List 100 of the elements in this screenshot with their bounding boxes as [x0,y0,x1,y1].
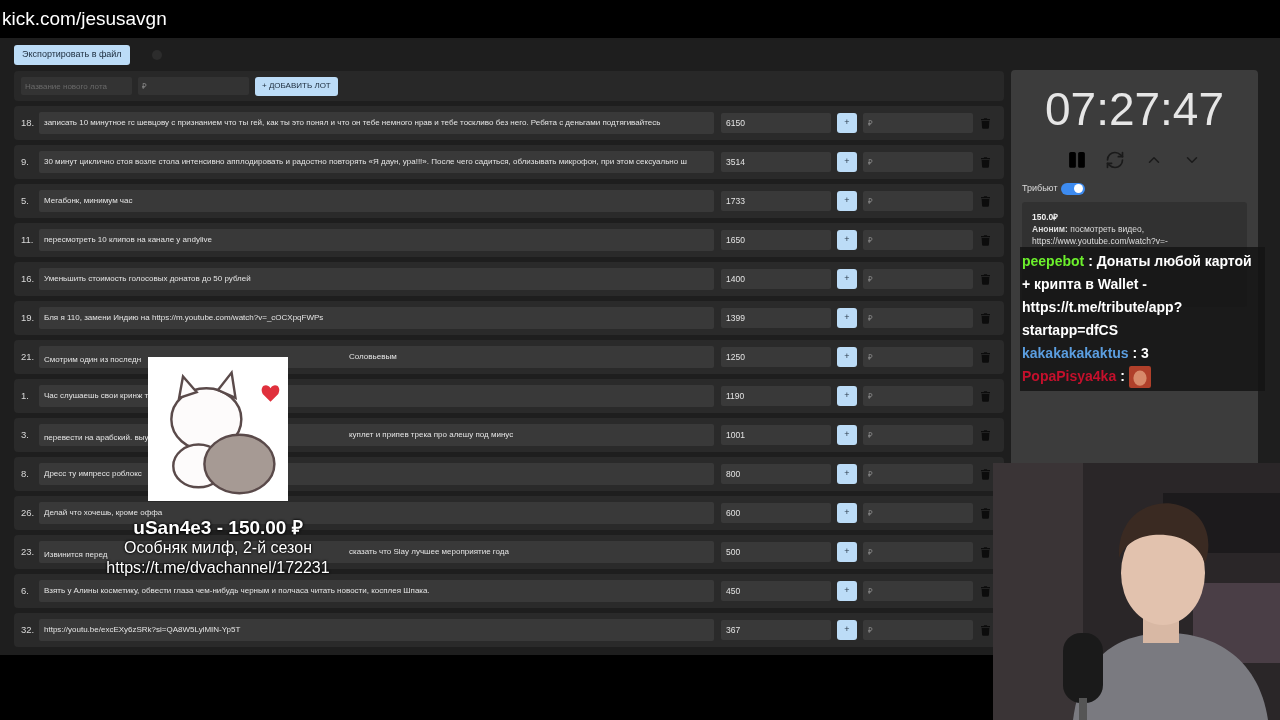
amount-text: 6150 [726,116,745,130]
amount-field[interactable]: 500 [721,542,831,562]
add-amount-button[interactable]: + [837,425,857,445]
delete-icon[interactable] [981,585,990,597]
export-button[interactable]: Экспортировать в файл [14,45,130,65]
delete-icon[interactable] [981,468,990,480]
lot-name-text: Делай что хочешь, кроме оффа [44,507,163,519]
lot-name-text: Бля я 110, замени Индию на https://m.youtube.com/watch?v=_cOCXpqFWPs [44,312,324,324]
amount-text: 1190 [726,389,745,403]
chat-separator: : [1120,367,1125,386]
amount-text: 450 [726,584,741,598]
price-field[interactable]: ₽ [863,386,973,406]
tribute-toggle[interactable] [1060,182,1085,195]
delete-icon[interactable] [981,507,990,519]
add-amount-button[interactable]: + [837,386,857,406]
add-amount-button[interactable]: + [837,308,857,328]
tribute-label: Трибьют [1022,182,1058,195]
price-field[interactable]: ₽ [863,347,973,367]
amount-field[interactable]: 1190 [721,386,831,406]
price-field[interactable]: ₽ [863,269,973,289]
lot-number: 5. [21,193,30,208]
delete-icon[interactable] [981,273,990,285]
delete-icon[interactable] [981,546,990,558]
lot-name-text: Взять у Алины косметику, обвести глаза чем-нибудь черным и полчаса читать новости, косплея Шпака. [44,585,430,597]
price-field[interactable]: ₽ [138,77,249,95]
lot-name-field[interactable]: 30 минут циклично стоя возле стола интенсивно апплодировать и радостно повторять «Я даун, ура!!!». После чего садиться, облизывать микрофон, при этом сексуально ш [39,151,714,173]
add-amount-button[interactable]: + [837,269,857,289]
lot-number: 6. [21,583,30,598]
amount-field[interactable]: 3514 [721,152,831,172]
delete-icon[interactable] [981,429,990,441]
lot-number: 16. [21,271,36,286]
delete-icon[interactable] [981,390,990,402]
lot-name-text: Соловьевым [349,351,397,363]
amount-text: 1650 [726,233,745,247]
amount-text: 1399 [726,311,745,325]
add-amount-button[interactable]: + [837,503,857,523]
price-field[interactable]: ₽ [863,191,973,211]
amount-field[interactable]: 1650 [721,230,831,250]
lot-number: 19. [21,310,36,325]
amount-field[interactable]: 450 [721,581,831,601]
lot-name-field[interactable]: пересмотреть 10 клипов на канале у andylive [39,229,714,251]
amount-field[interactable]: 800 [721,464,831,484]
amount-text: 3514 [726,155,745,169]
lot-name-field[interactable]: Смотрим один из последн Соловьевым [39,346,714,368]
price-field[interactable]: ₽ [863,308,973,328]
price-field[interactable]: ₽ [863,464,973,484]
add-amount-button[interactable]: + [837,581,857,601]
amount-field[interactable]: 6150 [721,113,831,133]
lot-name-field[interactable]: Взять у Алины косметику, обвести глаза чем-нибудь черным и полчаса читать новости, косплея Шпака. [39,580,714,602]
delete-icon[interactable] [981,234,990,246]
amount-field[interactable]: 367 [721,620,831,640]
price-field[interactable]: ₽ [863,152,973,172]
amount-field[interactable]: 1733 [721,191,831,211]
lot-name-text: Смотрим один из последн [44,355,142,364]
alert-message: Особняк милф, 2-й сезон [124,538,312,558]
price-field[interactable]: ₽ [863,620,973,640]
price-field[interactable]: ₽ [863,425,973,445]
lot-number: 8. [21,466,30,481]
price-field[interactable]: ₽ [863,542,973,562]
add-amount-button[interactable]: + [837,620,857,640]
lot-number: 26. [21,505,36,520]
lot-name-text: куплет и припев трека про алешу под минус [349,429,514,441]
lot-name-field[interactable]: записать 10 минутное гс шевцову с признанием что ты гей, как ты это понял и что он тебе немного нрав и тебе тоскливо без него. Ребята с деньгами подтягивайтесь [39,112,714,134]
amount-field[interactable]: 1400 [721,269,831,289]
add-amount-button[interactable]: + [837,191,857,211]
amount-field[interactable]: 1399 [721,308,831,328]
price-field[interactable]: ₽ [863,230,973,250]
add-amount-button[interactable]: + [837,347,857,367]
lot-name-field[interactable]: Мегабонк, минимум час [39,190,714,212]
donation-message: Аноним: посмотреть видео, https://www.youtube.com/watch?v=- [1032,223,1169,248]
delete-icon[interactable] [981,624,990,636]
lot-number: 18. [21,115,36,130]
add-amount-button[interactable]: + [837,113,857,133]
amount-field[interactable]: 600 [721,503,831,523]
add-amount-button[interactable]: + [837,152,857,172]
lot-name-text: перевести на арабский. выу [44,433,149,442]
lot-name-field[interactable]: Уменьшить стоимость голосовых донатов до 50 рублей [39,268,714,290]
add-lot-button[interactable]: + ДОБАВИТЬ ЛОТ [255,76,338,96]
delete-icon[interactable] [981,351,990,363]
delete-icon[interactable] [981,117,990,129]
lot-name-field[interactable]: https://youtu.be/excEXy6zSRk?si=QA8W5LylMIN-Yp5T [39,619,714,641]
add-amount-button[interactable]: + [837,230,857,250]
add-amount-button[interactable]: + [837,464,857,484]
price-field[interactable]: ₽ [863,113,973,133]
chat-message: peepebot : Донаты любой картой + крипта в Wallet - https://t.me/tribute/app?startapp=dfCS [1022,253,1252,338]
lot-number: 32. [21,622,36,637]
donation-amount: 150.0₽ [1032,210,1060,224]
price-field[interactable]: ₽ [863,503,973,523]
amount-field[interactable]: 1001 [721,425,831,445]
delete-icon[interactable] [981,312,990,324]
add-amount-button[interactable]: + [837,542,857,562]
pause-icon[interactable] [1068,151,1085,169]
lot-name-field[interactable]: Бля я 110, замени Индию на https://m.youtube.com/watch?v=_cOCXpqFWPs [39,307,714,329]
amount-field[interactable]: 1250 [721,347,831,367]
delete-icon[interactable] [981,156,990,168]
lot-number: 23. [21,544,36,559]
amount-text: 1250 [726,350,745,364]
refresh-icon[interactable] [1104,150,1125,170]
price-field[interactable]: ₽ [863,581,973,601]
delete-icon[interactable] [981,195,990,207]
